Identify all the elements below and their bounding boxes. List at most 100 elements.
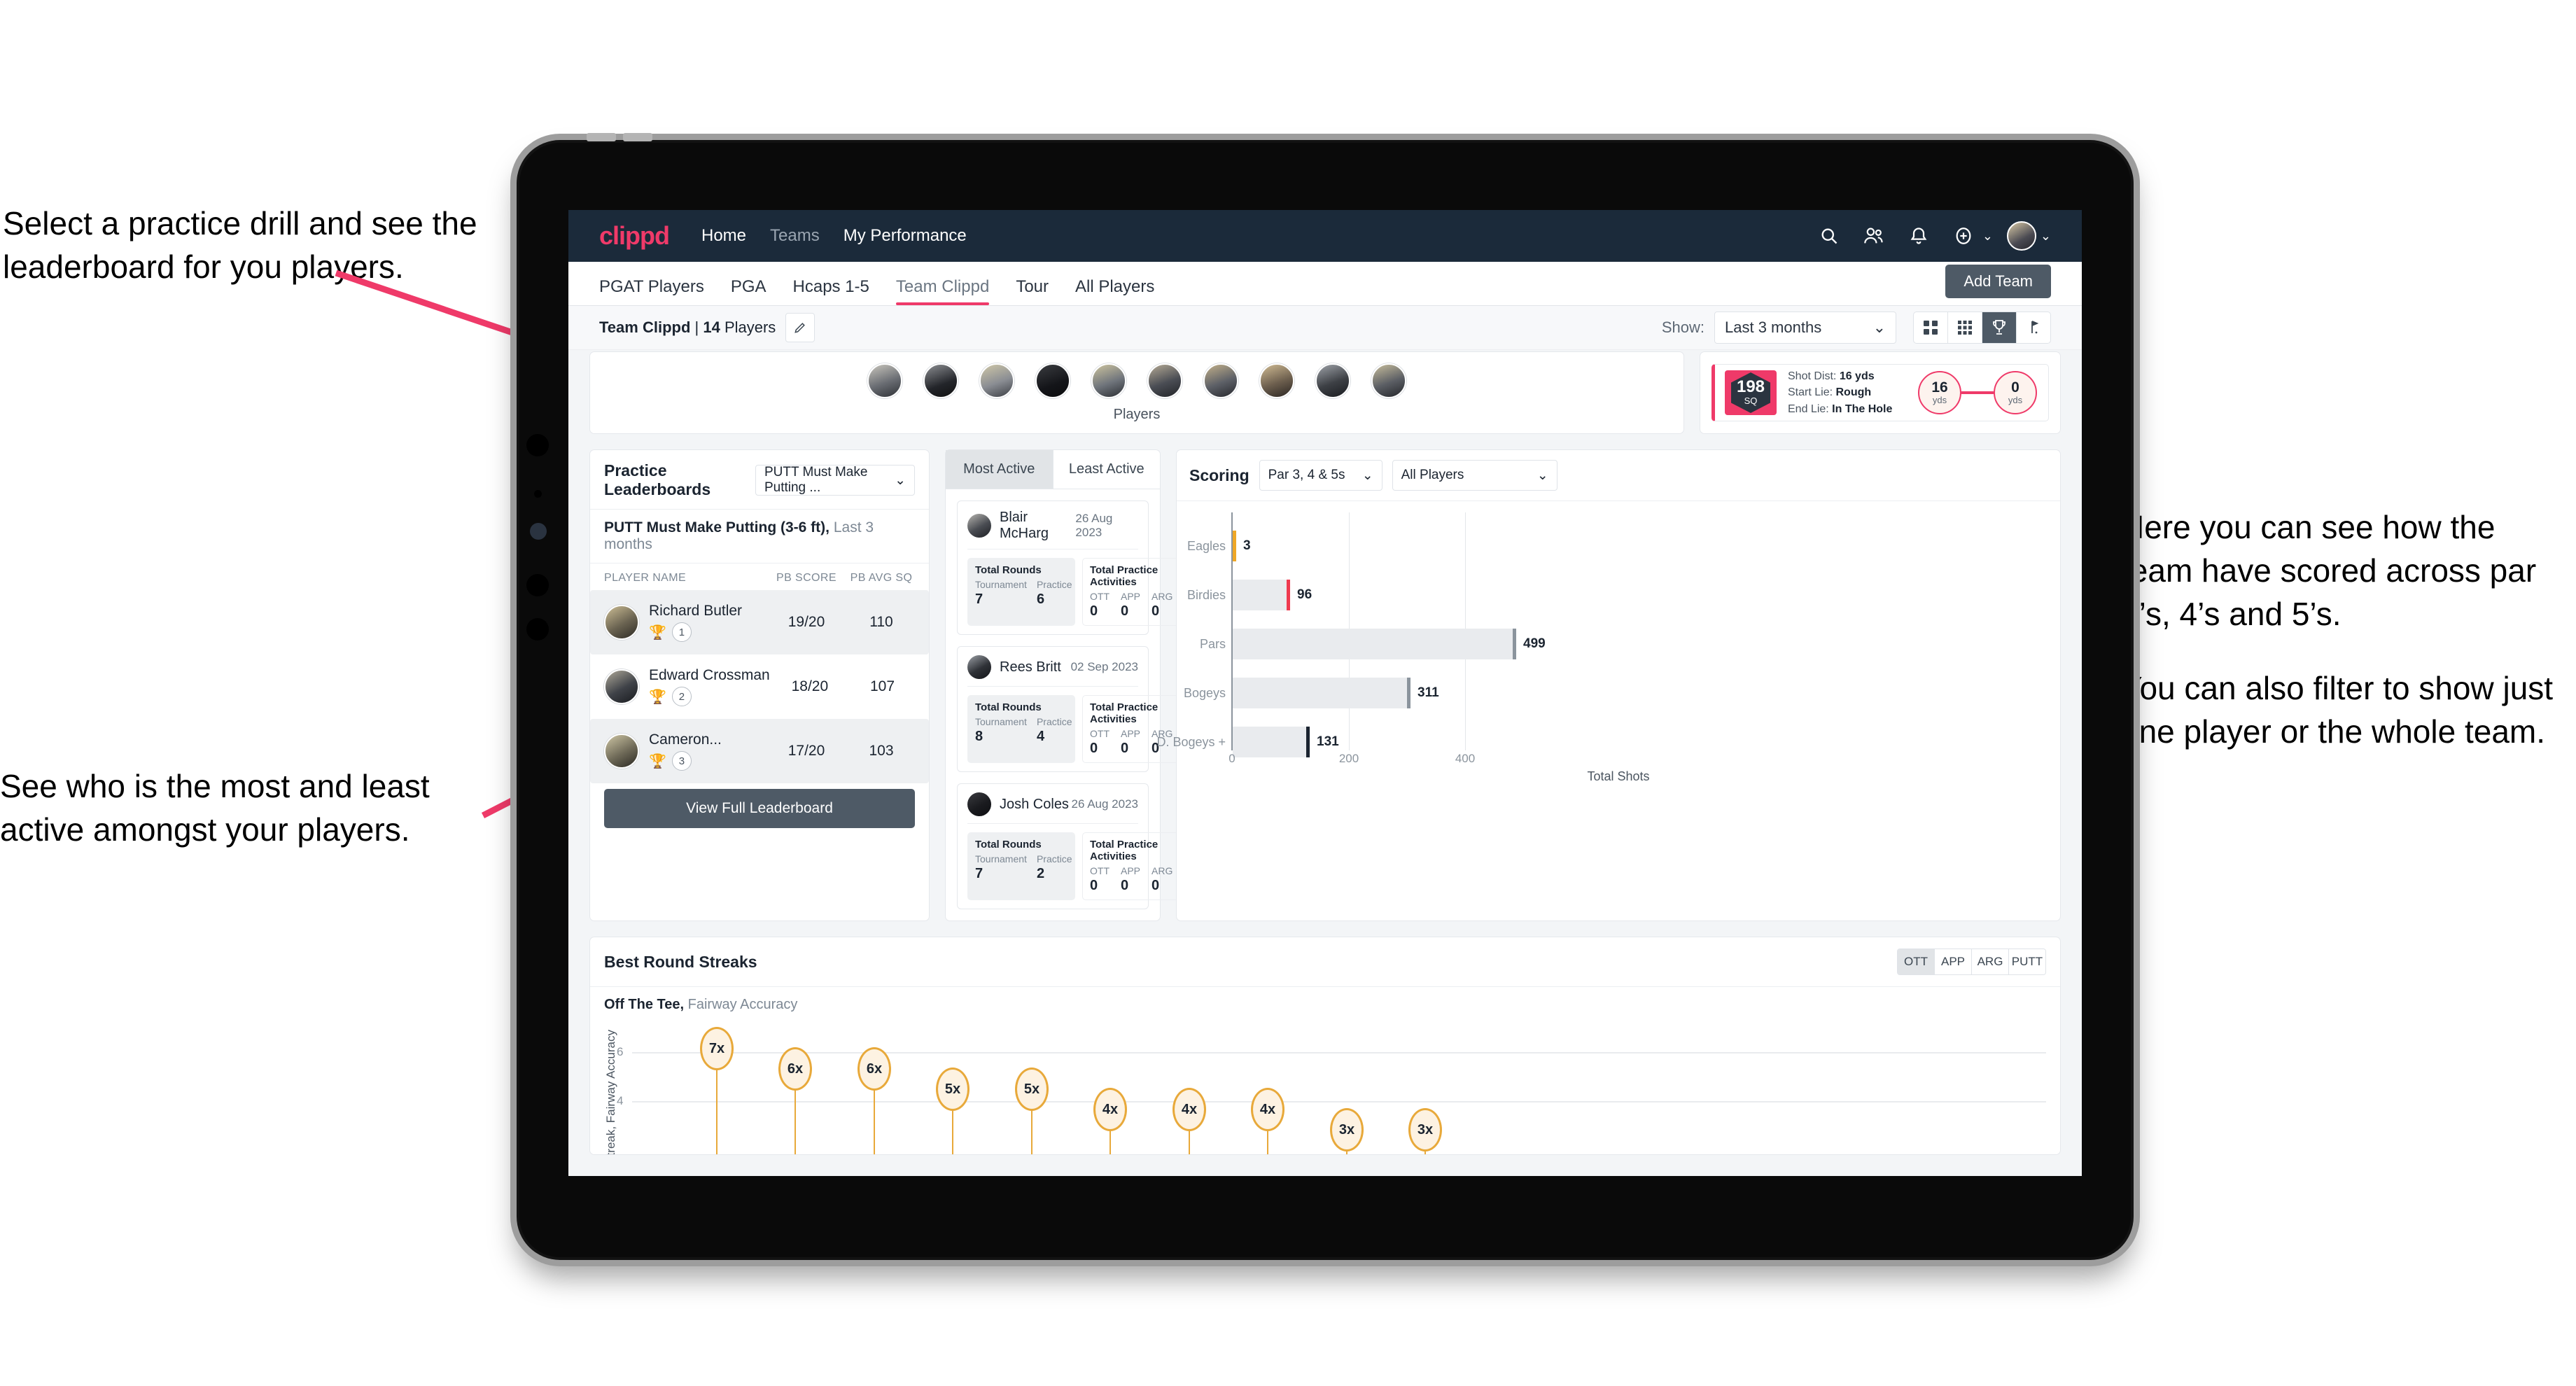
streak-bubble[interactable]: 6x [778,1047,812,1091]
player-avatar[interactable] [1091,363,1126,398]
player-avatar[interactable] [1035,363,1070,398]
avatar[interactable] [2005,220,2038,252]
par-filter-select[interactable]: Par 3, 4 & 5s ⌄ [1259,460,1382,491]
player-avatar[interactable] [923,363,958,398]
player-avatar[interactable] [867,363,902,398]
tab-ott[interactable]: OTT [1898,949,1935,974]
act-value-ott: 0 [1090,878,1098,893]
plus-circle-icon[interactable] [1947,220,1980,252]
grid-small-icon[interactable] [1948,312,1982,343]
team-tab-bar: PGAT Players PGA Hcaps 1-5 Team Clippd T… [568,262,2082,306]
bar-row-birdies: Birdies 96 [1187,580,1312,610]
act-value-app: 0 [1121,603,1129,619]
streak-bubble[interactable]: 6x [858,1047,891,1091]
streak-bubble[interactable]: 7x [700,1027,734,1070]
volume-down-button[interactable] [623,133,652,141]
activity-tabs: Most Active Least Active [946,450,1160,489]
avatar [604,734,639,769]
trophy-icon[interactable] [1982,312,2017,343]
team-players-word: Players [724,318,776,336]
edit-pencil-icon[interactable] [785,313,816,342]
tab-app[interactable]: APP [1935,949,1972,974]
top-row: Players 198 SQ Shot Dist: 16 yds Start L… [589,350,2061,434]
player-avatar[interactable] [1203,363,1238,398]
nav-link-my-performance[interactable]: My Performance [844,226,967,246]
start-distance-circle: 16 yds [1918,371,1961,414]
column-player-name: PLAYER NAME [604,572,687,584]
act-value-arg: 0 [1152,878,1160,893]
activity-player-card[interactable]: Blair McHarg 26 Aug 2023 Total Rounds To… [957,500,1212,635]
avatar [604,669,639,704]
flag-icon[interactable] [2017,312,2050,343]
tab-arg[interactable]: ARG [1972,949,2009,974]
grid-large-icon[interactable] [1914,312,1948,343]
tab-pgat-players[interactable]: PGAT Players [599,277,704,305]
avatar-chevron-down-icon[interactable]: ⌄ [2040,229,2051,244]
scoring-bar-chart: Eagles 3 Birdies 96 Pars 499 Bogeys 311 … [1156,512,2047,783]
total-rounds-title: Total Rounds [975,701,1042,713]
table-row[interactable]: Cameron... 🏆 3 17/20 103 [590,719,929,783]
tab-tour[interactable]: Tour [1016,277,1049,305]
act-label-ott: OTT [1090,865,1110,876]
bar-label-pars: Pars [1199,636,1226,651]
total-rounds-block: Total Rounds Tournament 7 Practice 2 [967,832,1075,900]
end-lie-label: End Lie: [1788,402,1829,415]
activity-player-card[interactable]: Rees Britt 02 Sep 2023 Total Rounds Tour… [957,646,1212,772]
streak-bubble[interactable]: 3x [1408,1108,1442,1152]
table-row[interactable]: Richard Butler 🏆 1 19/20 110 [590,590,929,654]
ytick-4: 4 [617,1094,624,1107]
nav-link-home[interactable]: Home [701,226,746,246]
tab-pga[interactable]: PGA [731,277,766,305]
plus-chevron-down-icon[interactable]: ⌄ [1982,229,1993,244]
streak-bubble[interactable]: 5x [1015,1068,1049,1111]
streaks-header: Best Round Streaks OTT APP ARG PUTT [590,937,2060,987]
tablet-screen: clippd Home Teams My Performance ⌄ ⌄ PGA… [568,210,2082,1176]
player-avatar[interactable] [1147,363,1182,398]
pb-score: 18/20 [791,678,829,694]
rounds-value-practice: 6 [1036,592,1045,607]
streaks-title: Best Round Streaks [604,952,757,971]
view-full-leaderboard-button[interactable]: View Full Leaderboard [604,789,915,828]
chevron-down-icon: ⌄ [1362,468,1373,483]
add-team-button[interactable]: Add Team [1945,265,2051,298]
people-icon[interactable] [1858,220,1890,252]
date-range-value: Last 3 months [1725,318,1822,336]
search-icon[interactable] [1813,220,1845,252]
streak-bubble[interactable]: 5x [936,1068,969,1111]
bell-icon[interactable] [1903,220,1935,252]
tab-putt[interactable]: PUTT [2009,949,2045,974]
rounds-label-tournament: Tournament [975,579,1027,590]
tab-most-active[interactable]: Most Active [946,450,1054,489]
team-count: 14 [703,318,720,336]
streak-bubble[interactable]: 4x [1093,1088,1127,1131]
annotation-right: Here you can see how the team have score… [2121,505,2569,784]
streak-bubble[interactable]: 4x [1172,1088,1206,1131]
activity-player-card[interactable]: Josh Coles 26 Aug 2023 Total Rounds Tour… [957,783,1212,909]
player-avatar[interactable] [1259,363,1294,398]
drill-select[interactable]: PUTT Must Make Putting ... ⌄ [755,465,915,496]
player-avatar[interactable] [979,363,1014,398]
chevron-down-icon: ⌄ [1872,318,1886,336]
nav-link-teams[interactable]: Teams [770,226,820,246]
act-value-ott: 0 [1090,603,1098,619]
streak-bubble[interactable]: 4x [1251,1088,1284,1131]
annotation-right-line2: You can also filter to show just one pla… [2121,670,2554,750]
player-avatar[interactable] [1371,363,1406,398]
end-distance-value: 0 [2011,379,2019,396]
clippd-logo[interactable]: clippd [599,221,670,251]
leaderboard-subtitle: PUTT Must Make Putting (3-6 ft), Last 3 … [590,510,929,564]
date-range-select[interactable]: Last 3 months ⌄ [1714,312,1896,344]
trophy-icon: 🏆 [649,753,666,769]
tab-team-clippd[interactable]: Team Clippd [895,277,990,305]
streak-bubble[interactable]: 3x [1330,1108,1364,1152]
tab-hcaps-1-5[interactable]: Hcaps 1-5 [793,277,869,305]
players-filter-select[interactable]: All Players ⌄ [1392,460,1558,491]
player-avatar[interactable] [1315,363,1350,398]
tab-least-active[interactable]: Least Active [1054,450,1161,489]
tab-all-players[interactable]: All Players [1075,277,1154,305]
table-row[interactable]: Edward Crossman 🏆 2 18/20 107 [590,654,929,719]
volume-up-button[interactable] [587,133,616,141]
annotation-bottom-left: See who is the most and least active amo… [0,768,430,848]
scoring-card: Scoring Par 3, 4 & 5s ⌄ All Players ⌄ Ea… [1156,449,2061,921]
practice-leaderboards-card: Practice Leaderboards PUTT Must Make Put… [589,449,930,921]
